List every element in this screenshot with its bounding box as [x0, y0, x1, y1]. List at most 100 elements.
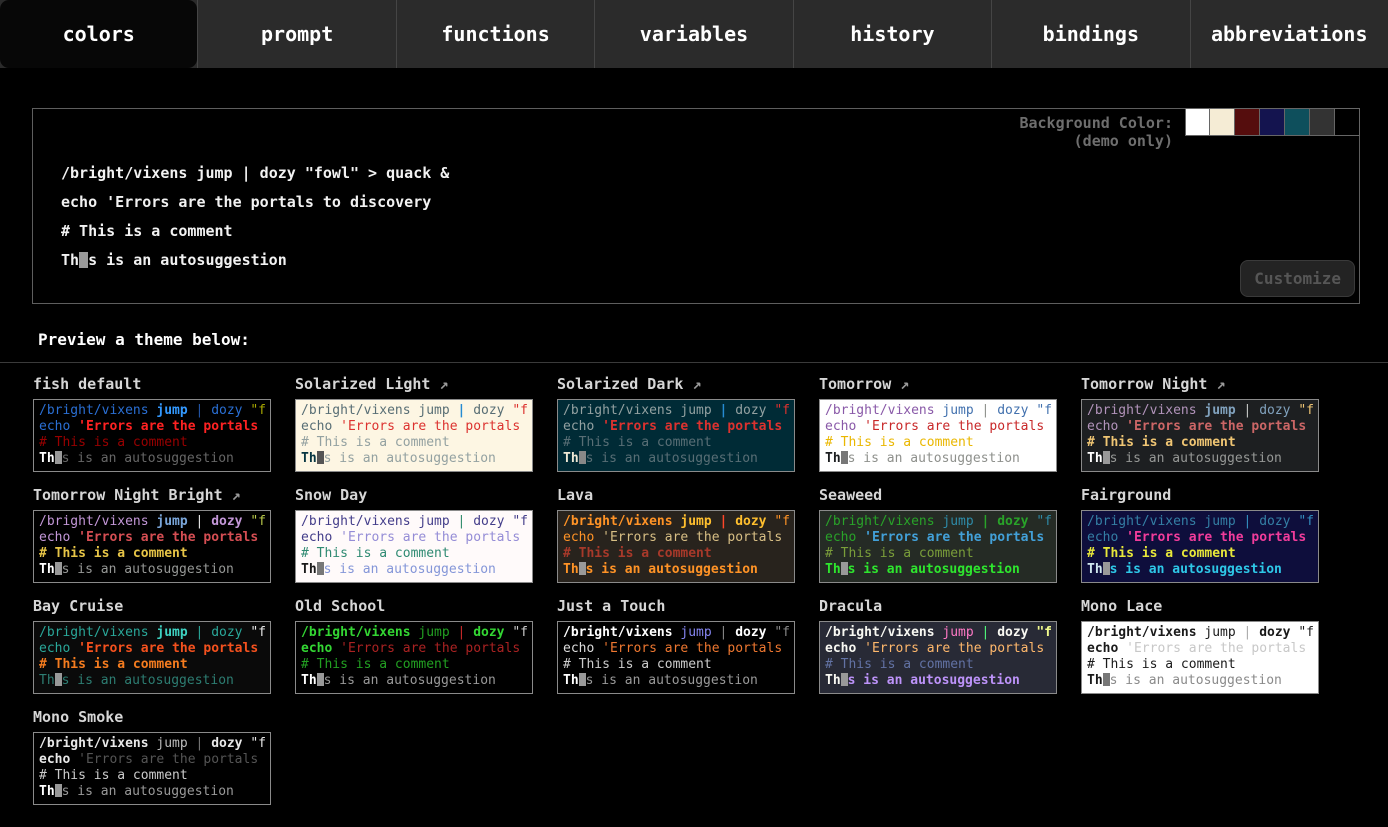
sample-token: "fowl" > quack & — [250, 514, 265, 529]
sample-token: | — [982, 403, 998, 418]
theme-name[interactable]: Tomorrow Night Bright ↗ — [33, 486, 271, 508]
sample-token: Th — [563, 673, 579, 688]
theme-name-label: Dracula — [819, 597, 882, 615]
sample-line: Ths is an autosuggestion — [301, 673, 527, 689]
sample-line: Ths is an autosuggestion — [563, 451, 789, 467]
sample-token: 'Errors are the portals to discovery — [864, 530, 1051, 545]
theme-card[interactable]: /bright/vixens jump | dozy "fowl" > quac… — [295, 510, 533, 583]
sample-token: # This is a comment — [39, 546, 188, 561]
theme-card[interactable]: /bright/vixens jump | dozy "fowl" > quac… — [33, 510, 271, 583]
tab-functions[interactable]: functions — [396, 0, 594, 68]
sample-token: echo — [1087, 419, 1126, 434]
sample-line: /bright/vixens jump | dozy "fowl" > quac… — [825, 514, 1051, 530]
theme-card[interactable]: /bright/vixens jump | dozy "fowl" > quac… — [1081, 510, 1319, 583]
sample-token: echo — [825, 530, 864, 545]
theme-name[interactable]: Tomorrow Night ↗ — [1081, 375, 1319, 397]
theme-name[interactable]: Solarized Dark ↗ — [557, 375, 795, 397]
external-link-icon: ↗ — [1207, 375, 1225, 393]
theme-card[interactable]: /bright/vixens jump | dozy "fowl" > quac… — [819, 621, 1057, 694]
theme-grid: fish default/bright/vixens jump | dozy "… — [0, 363, 1388, 819]
theme-name: Dracula — [819, 597, 1057, 619]
theme-card[interactable]: /bright/vixens jump | dozy "fowl" > quac… — [33, 399, 271, 472]
sample-token: dozy — [211, 625, 250, 640]
sample-token: Th — [563, 562, 579, 577]
sample-token: /bright/vixens — [825, 403, 942, 418]
sample-token: | — [1244, 403, 1260, 418]
bg-swatch-5[interactable] — [1310, 108, 1335, 136]
sample-token: Th — [39, 784, 55, 799]
sample-token: dozy — [735, 625, 774, 640]
sample-line-command: /bright/vixens jump | dozy "fowl" > quac… — [61, 159, 449, 188]
bg-swatch-3[interactable] — [1260, 108, 1285, 136]
sample-line: echo 'Errors are the portals to discover… — [563, 530, 789, 546]
theme-block: Snow Day/bright/vixens jump | dozy "fowl… — [295, 486, 533, 583]
sample-line: Ths is an autosuggestion — [825, 673, 1051, 689]
tab-prompt[interactable]: prompt — [197, 0, 395, 68]
sample-line: Ths is an autosuggestion — [39, 784, 265, 800]
sample-token: echo — [39, 641, 78, 656]
theme-name-label: Snow Day — [295, 486, 367, 504]
sample-token: "fowl" > quack & — [250, 625, 265, 640]
cursor-block — [79, 252, 88, 268]
sample-token: jump — [156, 514, 195, 529]
sample-token: 'Errors are the portals to discovery — [602, 530, 789, 545]
bg-swatch-1[interactable] — [1210, 108, 1235, 136]
sample-token: echo — [301, 419, 340, 434]
sample-token: | — [196, 403, 212, 418]
bg-swatch-6[interactable] — [1335, 108, 1360, 136]
sample-line-autosuggestion: Ths is an autosuggestion — [61, 246, 449, 275]
sample-token: jump — [942, 514, 981, 529]
sample-token: Th — [825, 451, 841, 466]
theme-card[interactable]: /bright/vixens jump | dozy "fowl" > quac… — [1081, 399, 1319, 472]
sample-line: echo 'Errors are the portals to discover… — [39, 641, 265, 657]
theme-card[interactable]: /bright/vixens jump | dozy "fowl" > quac… — [33, 732, 271, 805]
cursor-block — [55, 562, 62, 575]
theme-card[interactable]: /bright/vixens jump | dozy "fowl" > quac… — [557, 399, 795, 472]
tab-abbreviations[interactable]: abbreviations — [1190, 0, 1388, 68]
theme-card[interactable]: /bright/vixens jump | dozy "fowl" > quac… — [557, 621, 795, 694]
sample-token: "fowl" > quack & — [250, 403, 265, 418]
cursor-block — [841, 673, 848, 686]
theme-card[interactable]: /bright/vixens jump | dozy "fowl" > quac… — [295, 399, 533, 472]
theme-name: Lava — [557, 486, 795, 508]
theme-card[interactable]: /bright/vixens jump | dozy "fowl" > quac… — [33, 621, 271, 694]
theme-card[interactable]: /bright/vixens jump | dozy "fowl" > quac… — [295, 621, 533, 694]
sample-token: dozy — [1259, 403, 1298, 418]
theme-name-label: Solarized Dark — [557, 375, 683, 393]
sample-line: Ths is an autosuggestion — [1087, 562, 1313, 578]
bg-swatch-2[interactable] — [1235, 108, 1260, 136]
theme-card[interactable]: /bright/vixens jump | dozy "fowl" > quac… — [1081, 621, 1319, 694]
sample-token: Th — [1087, 451, 1103, 466]
tab-bindings[interactable]: bindings — [991, 0, 1189, 68]
theme-card[interactable]: /bright/vixens jump | dozy "fowl" > quac… — [557, 510, 795, 583]
sample-token: | — [458, 514, 474, 529]
theme-name: Just a Touch — [557, 597, 795, 619]
theme-name[interactable]: Solarized Light ↗ — [295, 375, 533, 397]
sample-line-echo: echo 'Errors are the portals to discover… — [61, 188, 449, 217]
customize-button[interactable]: Customize — [1240, 260, 1355, 297]
tab-variables[interactable]: variables — [594, 0, 792, 68]
theme-card[interactable]: /bright/vixens jump | dozy "fowl" > quac… — [819, 399, 1057, 472]
bg-swatch-4[interactable] — [1285, 108, 1310, 136]
tab-bar: colorspromptfunctionsvariableshistorybin… — [0, 0, 1388, 68]
sample-line: /bright/vixens jump | dozy "fowl" > quac… — [1087, 514, 1313, 530]
sample-line: /bright/vixens jump | dozy "fowl" > quac… — [825, 403, 1051, 419]
theme-name-label: Fairground — [1081, 486, 1171, 504]
sample-line: # This is a comment — [301, 435, 527, 451]
sample-token: jump — [418, 514, 457, 529]
sample-token: echo — [825, 419, 864, 434]
sample-token: /bright/vixens — [39, 403, 156, 418]
theme-block: Tomorrow Night Bright ↗/bright/vixens ju… — [33, 486, 271, 583]
sample-token: echo — [1087, 641, 1126, 656]
tab-colors[interactable]: colors — [0, 0, 197, 68]
sample-line: echo 'Errors are the portals to discover… — [1087, 641, 1313, 657]
bg-swatch-0[interactable] — [1185, 108, 1210, 136]
sample-line: # This is a comment — [1087, 657, 1313, 673]
sample-token: jump — [680, 403, 719, 418]
tab-history[interactable]: history — [793, 0, 991, 68]
external-link-icon: ↗ — [430, 375, 448, 393]
theme-name[interactable]: Tomorrow ↗ — [819, 375, 1057, 397]
sample-line: /bright/vixens jump | dozy "fowl" > quac… — [1087, 625, 1313, 641]
sample-token: jump — [156, 625, 195, 640]
theme-card[interactable]: /bright/vixens jump | dozy "fowl" > quac… — [819, 510, 1057, 583]
